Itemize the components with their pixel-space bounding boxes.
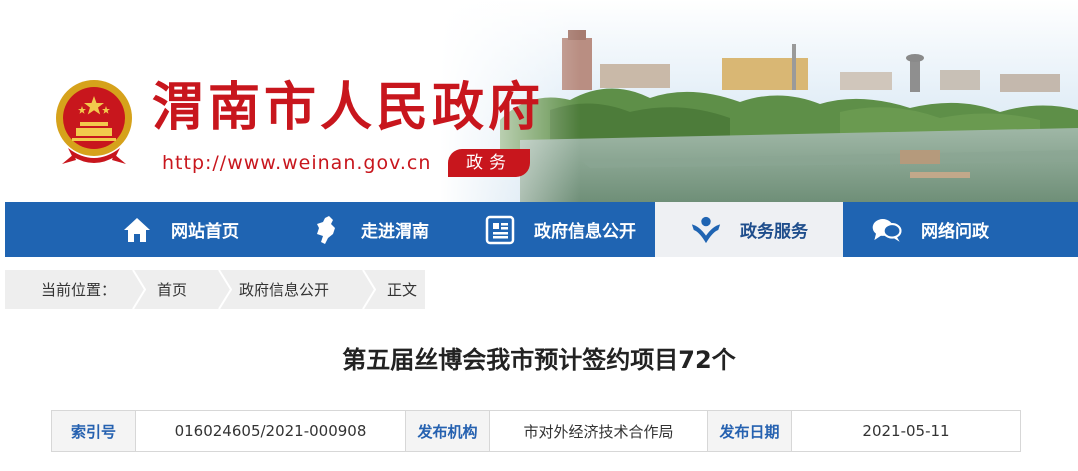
- nav-item-gov-info[interactable]: 政府信息公开: [465, 202, 655, 257]
- article-meta-table: 索引号 016024605/2021-000908 发布机构 市对外经济技术合作…: [51, 410, 1021, 452]
- breadcrumb-home[interactable]: 首页: [147, 270, 217, 309]
- national-emblem-logo: [56, 80, 132, 164]
- breadcrumb-gov-info[interactable]: 政府信息公开: [233, 270, 361, 309]
- index-number-value: 016024605/2021-000908: [136, 411, 406, 451]
- site-header: 渭南市人民政府 http://www.weinan.gov.cn 政务: [0, 0, 1078, 202]
- nav-label: 网站首页: [171, 222, 239, 242]
- publish-date-label: 发布日期: [708, 411, 792, 451]
- main-nav: 网站首页 走进渭南 政府信息公开 政务服务 网络问政: [5, 202, 1078, 257]
- breadcrumb-separator-icon: [132, 270, 147, 309]
- publish-date-value: 2021-05-11: [862, 422, 950, 440]
- nav-item-services[interactable]: 政务服务: [655, 202, 843, 257]
- article-title: 第五届丝博会我市预计签约项目72个: [342, 346, 736, 374]
- document-icon: [484, 214, 516, 246]
- map-icon: [311, 214, 343, 246]
- site-url[interactable]: http://www.weinan.gov.cn: [162, 152, 431, 174]
- publisher-value: 市对外经济技术合作局: [490, 411, 708, 451]
- breadcrumb-separator-icon: [362, 270, 377, 309]
- breadcrumb: 当前位置： 首页 政府信息公开 正文: [5, 270, 425, 309]
- service-icon: [690, 214, 722, 246]
- breadcrumb-prefix: 当前位置：: [41, 281, 117, 299]
- chat-icon: [871, 214, 903, 246]
- nav-label: 走进渭南: [361, 222, 429, 242]
- breadcrumb-current: 正文: [387, 281, 418, 299]
- index-number-label: 索引号: [52, 411, 136, 451]
- nav-label: 网络问政: [921, 222, 989, 242]
- site-title: 渭南市人民政府: [152, 78, 545, 138]
- nav-label: 政府信息公开: [534, 222, 636, 242]
- home-icon: [121, 214, 153, 246]
- nav-item-online-inquiry[interactable]: 网络问政: [843, 202, 1073, 257]
- nav-label: 政务服务: [740, 222, 808, 242]
- site-tag-badge: 政务: [448, 149, 530, 177]
- nav-item-home[interactable]: 网站首页: [5, 202, 275, 257]
- breadcrumb-separator-icon: [218, 270, 233, 309]
- publisher-label: 发布机构: [406, 411, 490, 451]
- nav-item-about[interactable]: 走进渭南: [275, 202, 465, 257]
